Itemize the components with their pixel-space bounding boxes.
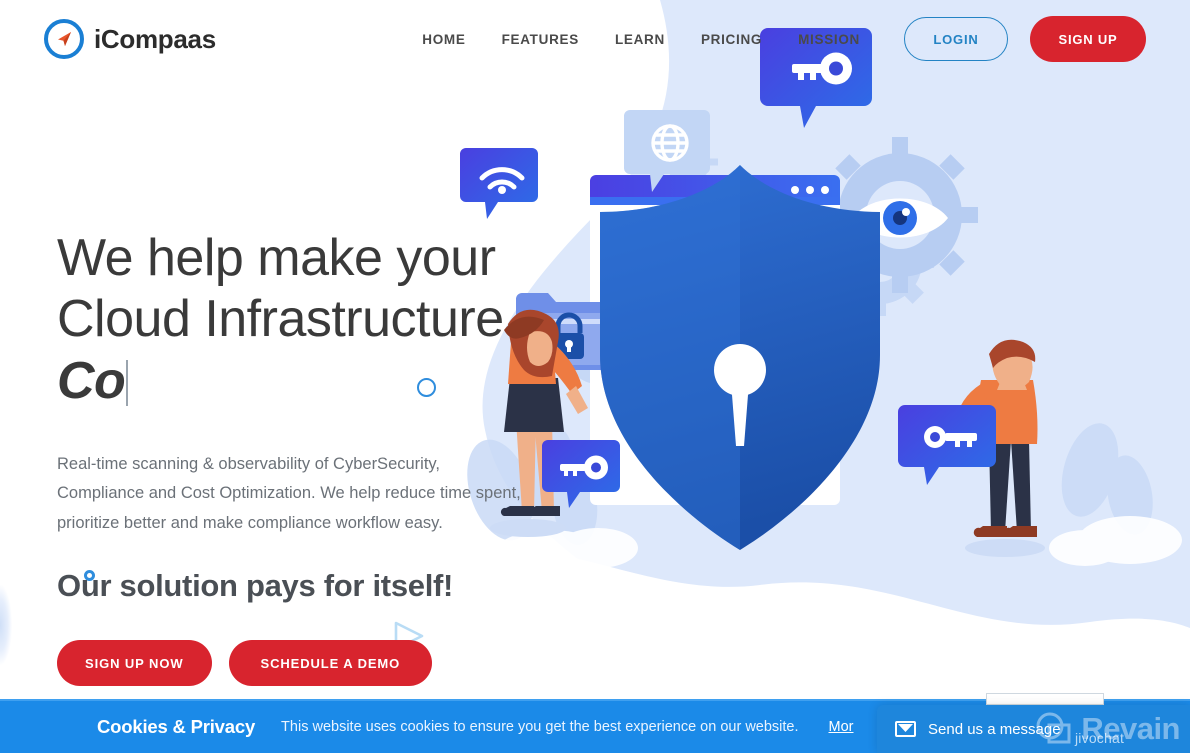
sign-up-now-button[interactable]: SIGN UP NOW [57, 640, 212, 687]
schedule-demo-button[interactable]: SCHEDULE A DEMO [228, 640, 433, 687]
headline-line-1: We help make your [57, 229, 496, 287]
compass-needle-icon [44, 19, 84, 59]
chat-widget-label: Send us a message [928, 720, 1061, 738]
page-root: iCompaas HOME FEATURES LEARN PRICING MIS… [0, 0, 1190, 753]
left-edge-accent [0, 585, 12, 665]
globe-bubble-icon [624, 110, 710, 192]
hero-content: We help make your Cloud Infrastructure C… [57, 228, 577, 687]
login-button[interactable]: LOGIN [904, 17, 1008, 61]
cookie-banner-message: This website uses cookies to ensure you … [281, 719, 799, 735]
nav-item-home[interactable]: HOME [422, 32, 465, 47]
brand-name: iCompaas [94, 23, 216, 54]
decorative-dot [794, 594, 806, 606]
nav-item-pricing[interactable]: PRICING [701, 32, 762, 47]
envelope-icon [895, 721, 916, 737]
chat-input-bar[interactable] [986, 693, 1104, 705]
hero-subtext: Real-time scanning & observability of Cy… [57, 455, 521, 532]
hero-headline: We help make your Cloud Infrastructure C… [57, 228, 577, 412]
cookie-more-info-link[interactable]: Mor [829, 719, 854, 735]
site-header: iCompaas HOME FEATURES LEARN PRICING MIS… [0, 0, 1190, 78]
auth-buttons: LOGIN SIGN UP [904, 16, 1146, 62]
eye-icon [852, 198, 948, 238]
brand-logo[interactable]: iCompaas [44, 19, 216, 59]
hero-tagline: Our solution pays for itself! [57, 568, 454, 604]
chat-widget[interactable]: Send us a message jivochat [877, 705, 1190, 753]
chat-widget-brand: jivochat [1075, 730, 1125, 746]
headline-typing-line: Co [57, 351, 126, 410]
nav-item-mission[interactable]: MISSION [798, 32, 860, 47]
signup-button[interactable]: SIGN UP [1030, 16, 1146, 62]
shield-icon [600, 165, 880, 550]
person-man-illustration [938, 339, 1045, 557]
key-bubble-icon-right [898, 405, 996, 485]
wifi-bubble-icon [460, 148, 538, 219]
nav-item-learn[interactable]: LEARN [615, 32, 665, 47]
hero-cta-row: SIGN UP NOW SCHEDULE A DEMO [57, 640, 577, 687]
main-nav: HOME FEATURES LEARN PRICING MISSION [422, 32, 860, 47]
headline-line-2: Cloud Infrastructure [57, 290, 504, 349]
nav-item-features[interactable]: FEATURES [502, 32, 579, 47]
cookie-banner-title: Cookies & Privacy [97, 716, 256, 737]
typing-caret [126, 359, 129, 406]
